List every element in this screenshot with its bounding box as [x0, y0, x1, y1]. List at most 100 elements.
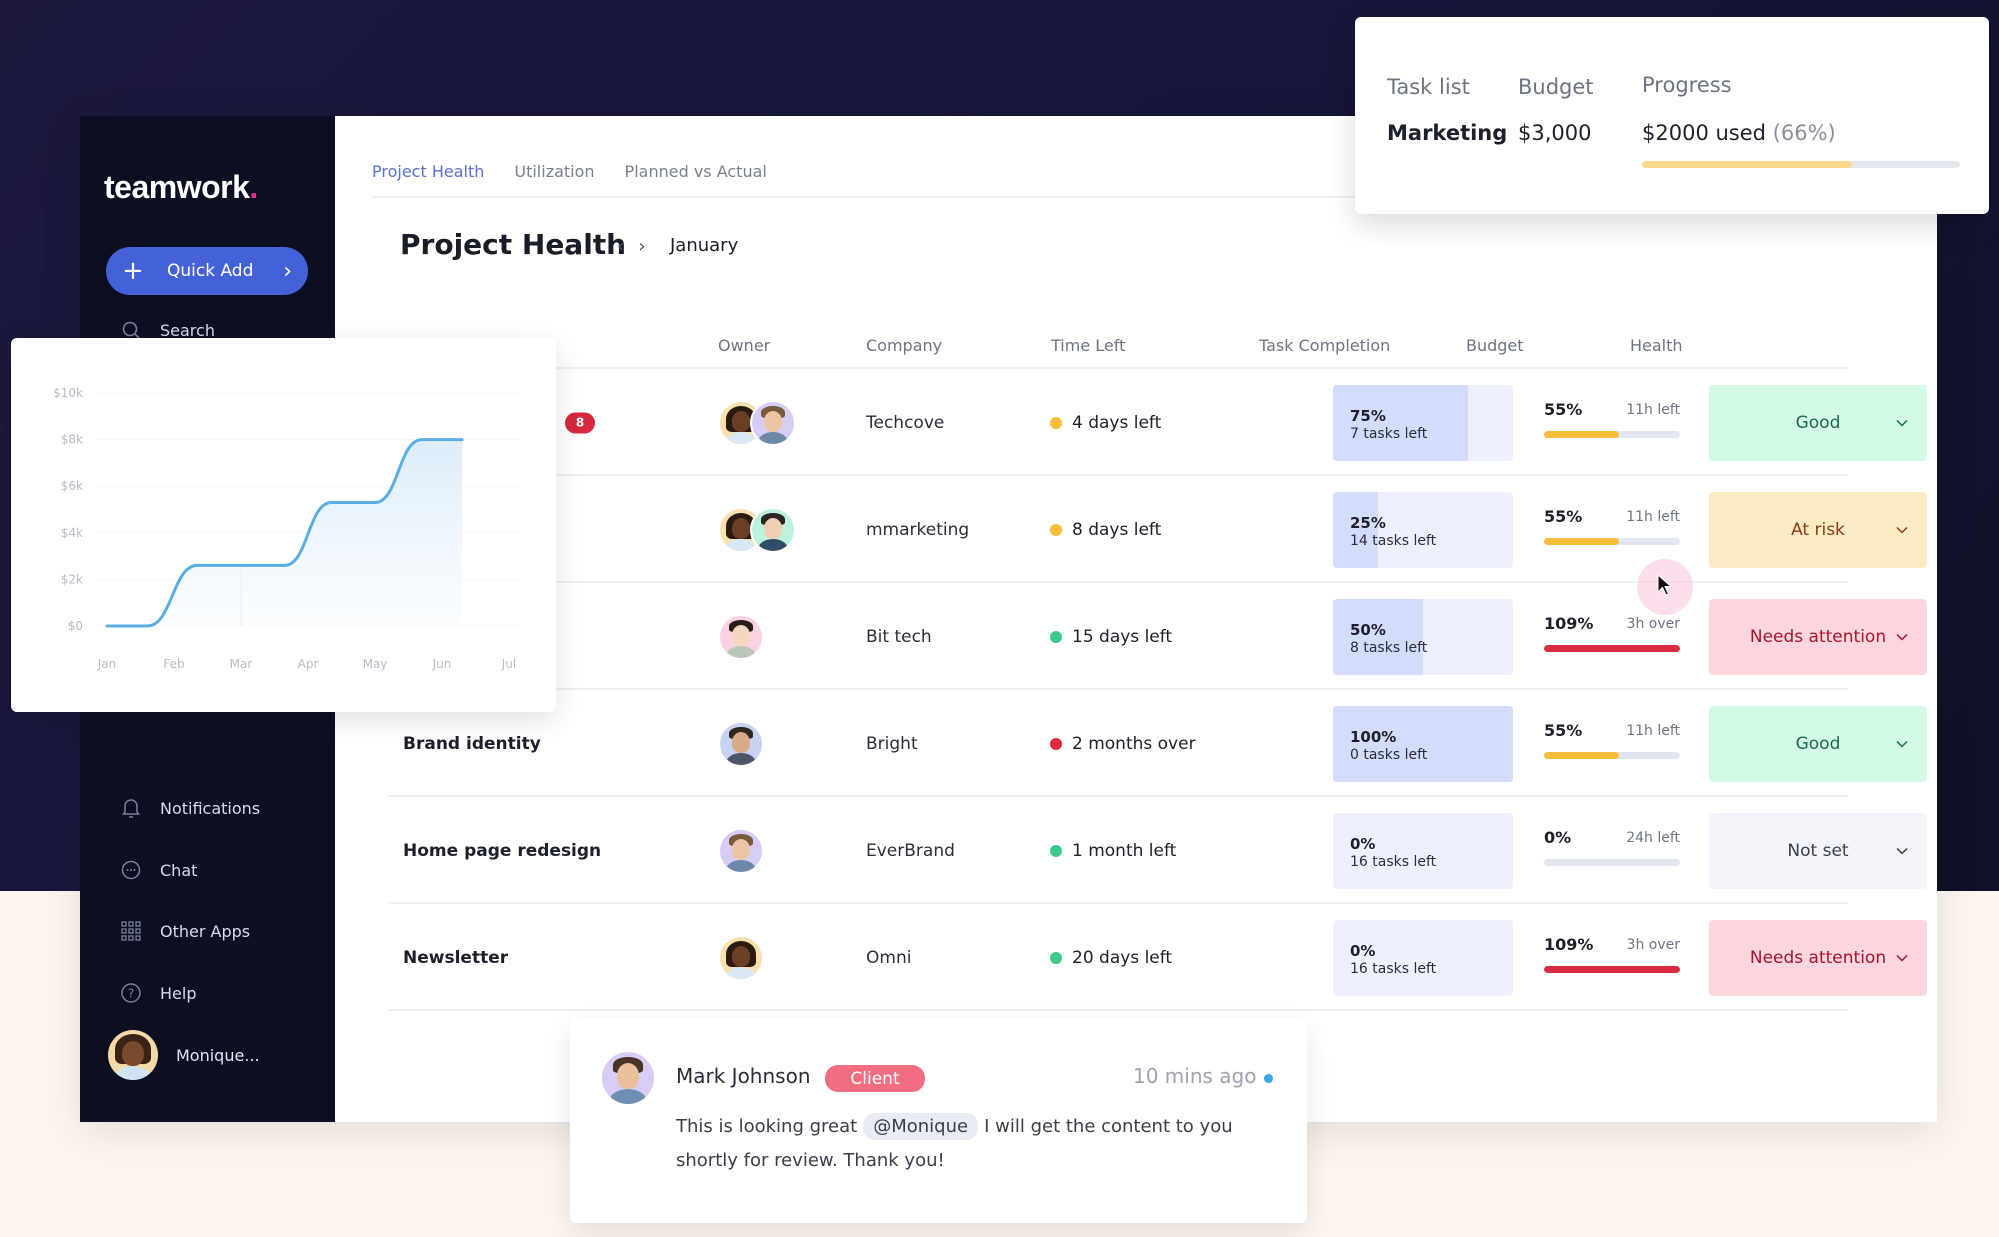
tab-planned-vs-actual[interactable]: Planned vs Actual: [625, 162, 767, 181]
budget-percent: 0%: [1544, 827, 1572, 847]
budget-bar: [1544, 644, 1680, 652]
owner-avatars[interactable]: [718, 720, 764, 767]
status-dot: [1050, 951, 1062, 964]
time-left-text: 2 months over: [1072, 733, 1196, 754]
sidebar-item-other-apps[interactable]: Other Apps: [120, 920, 250, 942]
tab-utilization[interactable]: Utilization: [514, 162, 594, 181]
comment-text-start: This is looking great: [676, 1116, 858, 1137]
health-dropdown[interactable]: Needs attention: [1709, 598, 1927, 675]
column-header-time-left[interactable]: Time Left: [1051, 336, 1125, 355]
health-dropdown[interactable]: Needs attention: [1709, 919, 1927, 996]
unread-dot: [1264, 1074, 1273, 1083]
user-profile[interactable]: Monique...: [108, 1030, 260, 1080]
company-name: EverBrand: [866, 840, 955, 861]
budget-cell: 0% 24h left: [1544, 828, 1680, 874]
chevron-down-icon: [1896, 954, 1908, 962]
x-tick-label: Jan: [97, 657, 117, 671]
tasks-left: 8 tasks left: [1350, 639, 1428, 656]
chevron-right-icon[interactable]: ›: [638, 236, 645, 257]
budget-note: 11h left: [1626, 508, 1680, 525]
budget-cell: 55% 11h left: [1544, 507, 1680, 553]
avatar: [750, 506, 796, 553]
health-status: Good: [1795, 412, 1841, 433]
tasks-left: 14 tasks left: [1350, 532, 1437, 549]
task-completion-percent: 0%: [1350, 834, 1376, 853]
task-completion-percent: 75%: [1350, 406, 1386, 425]
health-dropdown[interactable]: Not set: [1709, 812, 1927, 889]
status-dot: [1050, 630, 1062, 643]
project-name[interactable]: Newsletter: [403, 948, 508, 968]
teamwork-logo[interactable]: teamwork.: [104, 169, 258, 206]
task-completion-percent: 0%: [1350, 941, 1376, 960]
table-row[interactable]: Home page redesign EverBrand 1 month left 0…: [388, 797, 1927, 904]
company-name: mmarketing: [866, 519, 970, 540]
owner-avatars[interactable]: [718, 827, 764, 874]
chevron-right-icon: ›: [283, 258, 292, 284]
table-row[interactable]: Newsletter Omni 20 days left 0% 16 tasks lef…: [388, 904, 1927, 1011]
sidebar-item-label: Other Apps: [160, 921, 251, 941]
sidebar-item-chat[interactable]: Chat: [120, 859, 197, 881]
health-dropdown[interactable]: Good: [1709, 384, 1927, 461]
company-name: Techcove: [866, 412, 945, 433]
search-label: Search: [160, 320, 215, 340]
avatar: [718, 827, 764, 874]
quick-add-button[interactable]: + Quick Add ›: [106, 247, 308, 295]
health-dropdown[interactable]: At risk: [1709, 491, 1927, 568]
time-left: 15 days left: [1050, 627, 1172, 647]
owner-avatars[interactable]: [718, 399, 796, 446]
chat-icon: [120, 859, 142, 881]
owner-avatars[interactable]: [718, 613, 764, 660]
owner-avatars[interactable]: [718, 506, 796, 553]
progress-text: $2000 used (66%): [1642, 121, 1836, 145]
plus-icon: +: [122, 256, 144, 286]
spend-line-chart: $0 $2k $4k $6k $8k $10k Jan Feb Mar Apr May Jun Jul: [53, 386, 519, 671]
task-completion-cell: 0% 16 tasks left: [1333, 812, 1513, 889]
budget-bar: [1544, 751, 1619, 759]
owner-avatars[interactable]: [718, 934, 764, 981]
x-tick-label: Mar: [230, 657, 253, 671]
time-left-text: 15 days left: [1072, 626, 1173, 647]
table-row[interactable]: Brand identity Bright 2 months over 100% 0 t…: [388, 690, 1927, 797]
user-name: Monique...: [176, 1045, 260, 1065]
row-divider: [388, 1009, 1848, 1011]
comment-author[interactable]: Mark Johnson: [676, 1064, 811, 1088]
mention-chip[interactable]: @Monique: [863, 1113, 979, 1140]
sidebar-item-notifications[interactable]: Notifications: [120, 797, 260, 819]
chevron-down-icon: [1896, 419, 1908, 427]
chevron-down-icon: [1896, 526, 1908, 534]
y-tick-label: $6k: [61, 479, 83, 493]
project-name[interactable]: Home page redesign: [403, 841, 601, 861]
table-row[interactable]: mmarketing 8 days left 25% 14 tasks left 55%…: [388, 476, 1927, 583]
tasks-left: 16 tasks left: [1350, 853, 1437, 870]
progress-header: Progress: [1642, 73, 1732, 97]
health-status: Not set: [1787, 840, 1849, 861]
project-name[interactable]: Brand identity: [403, 734, 541, 754]
bell-icon: [120, 797, 142, 819]
task-completion-percent: 25%: [1350, 513, 1386, 532]
tab-project-health[interactable]: Project Health: [372, 162, 484, 181]
tasks-left: 16 tasks left: [1350, 960, 1437, 977]
table-row[interactable]: 8 Techcove 4 days left 75% 7 tasks left 55% 11…: [388, 369, 1927, 476]
budget-bar: [1544, 965, 1680, 973]
column-header-health[interactable]: Health: [1630, 336, 1683, 355]
period-label: January: [670, 235, 739, 256]
column-header-company[interactable]: Company: [866, 336, 942, 355]
time-left: 1 month left: [1050, 841, 1176, 861]
health-status: Needs attention: [1749, 947, 1887, 968]
task-list-name[interactable]: Marketing: [1387, 121, 1507, 145]
budget-progress-bar: [1642, 161, 1852, 168]
budget-bar: [1544, 430, 1619, 438]
column-header-budget[interactable]: Budget: [1466, 336, 1524, 355]
health-dropdown[interactable]: Good: [1709, 705, 1927, 782]
budget-note: 3h over: [1626, 615, 1680, 632]
chevron-left-icon[interactable]: ‹: [617, 236, 624, 257]
budget-header: Budget: [1518, 75, 1594, 99]
budget-note: 24h left: [1626, 829, 1680, 846]
column-header-task-completion[interactable]: Task Completion: [1259, 336, 1390, 355]
column-header-owner[interactable]: Owner: [718, 336, 770, 355]
x-tick-label: Jun: [432, 657, 452, 671]
sidebar-item-label: Chat: [160, 860, 198, 880]
table-row[interactable]: Bit tech 15 days left 50% 8 tasks left 109% 3…: [388, 583, 1927, 690]
time-left: 4 days left: [1050, 413, 1161, 433]
sidebar-item-help[interactable]: ? Help: [120, 982, 196, 1004]
